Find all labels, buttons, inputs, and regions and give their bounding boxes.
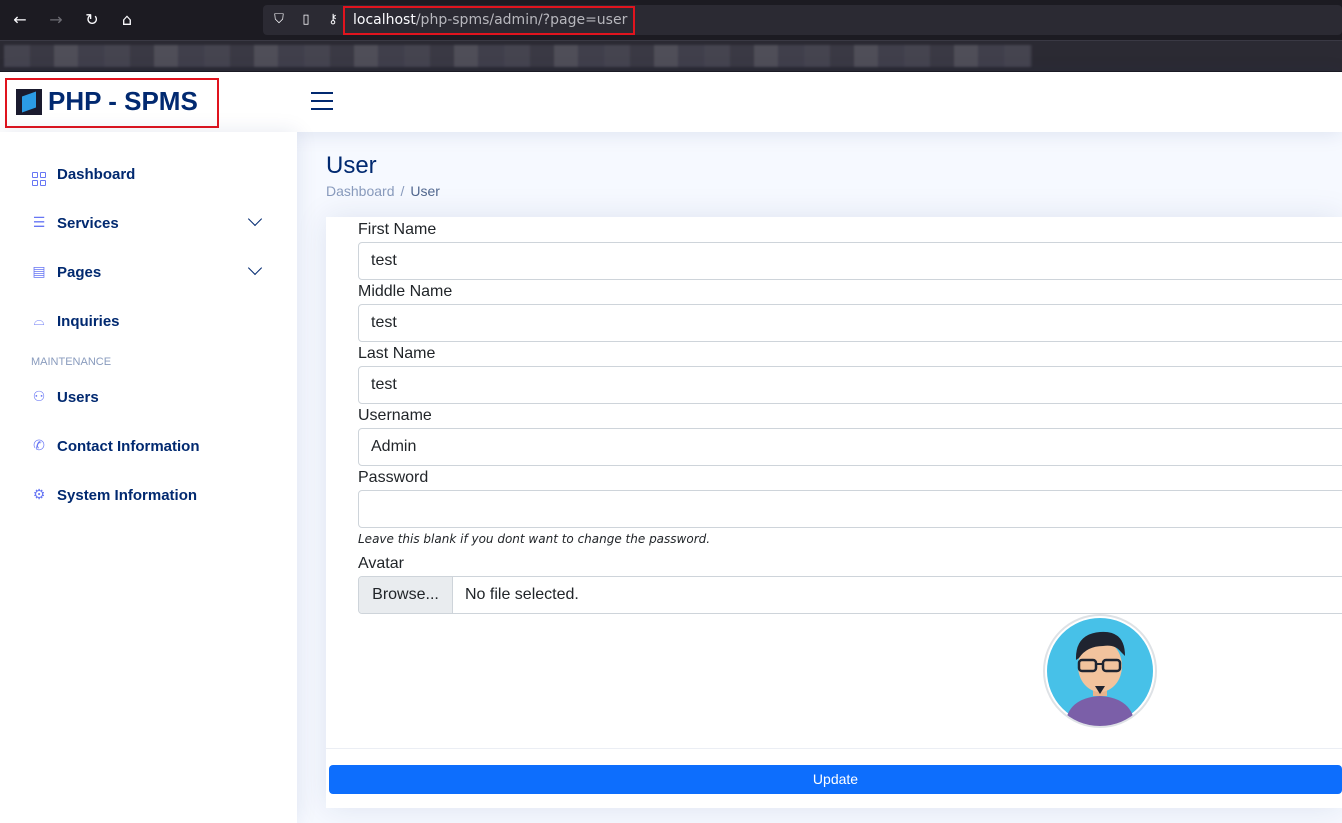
blurred-bookmarks bbox=[4, 45, 1032, 67]
app-header: PHP - SPMS bbox=[0, 72, 1342, 132]
sidebar-item-label: Contact Information bbox=[57, 437, 200, 455]
inbox-icon: ⌓ bbox=[33, 313, 45, 329]
password-help-text: Leave this blank if you dont want to cha… bbox=[358, 532, 711, 546]
middle-name-input[interactable]: test bbox=[358, 304, 1342, 342]
back-arrow-icon[interactable]: ← bbox=[8, 8, 32, 32]
browse-button[interactable]: Browse... bbox=[359, 577, 453, 613]
avatar-file-input[interactable]: Browse... No file selected. bbox=[358, 576, 1342, 614]
forward-arrow-icon[interactable]: → bbox=[44, 8, 68, 32]
chevron-down-icon bbox=[247, 211, 263, 227]
username-label: Username bbox=[358, 407, 432, 424]
chevron-down-icon bbox=[247, 260, 263, 276]
breadcrumb-separator: / bbox=[400, 183, 405, 199]
shield-icon[interactable]: ⛉ bbox=[271, 12, 287, 28]
logo-icon bbox=[16, 89, 42, 115]
breadcrumb: Dashboard / User bbox=[326, 183, 440, 199]
sidebar-item-label: Pages bbox=[57, 263, 102, 281]
url-path: /php-spms/admin/?page=user bbox=[415, 12, 628, 28]
sidebar-item-label: System Information bbox=[57, 486, 198, 504]
layout-icon: ▤ bbox=[32, 264, 46, 280]
file-status-text: No file selected. bbox=[465, 586, 579, 603]
sidebar-item-label: Users bbox=[57, 388, 99, 406]
password-label: Password bbox=[358, 469, 429, 486]
page-title: User bbox=[326, 152, 377, 179]
first-name-input[interactable]: test bbox=[358, 242, 1342, 280]
sidebar-item-services[interactable]: ☰ Services bbox=[30, 208, 270, 238]
sidebar-toggle-icon[interactable] bbox=[311, 92, 333, 112]
password-input[interactable] bbox=[358, 490, 1342, 528]
key-icon[interactable]: ⚷ bbox=[325, 12, 341, 28]
url-text[interactable]: localhost/php-spms/admin/?page=user bbox=[353, 12, 627, 28]
sidebar-item-label: Services bbox=[57, 214, 119, 232]
gear-icon: ⚙ bbox=[32, 487, 46, 503]
sidebar-item-inquiries[interactable]: ⌓ Inquiries bbox=[30, 306, 270, 336]
avatar-image bbox=[1043, 614, 1157, 728]
url-host: localhost bbox=[353, 12, 416, 28]
update-button[interactable]: Update bbox=[329, 765, 1342, 794]
breadcrumb-current: User bbox=[410, 183, 440, 199]
card-footer: Update bbox=[326, 748, 1342, 808]
sidebar-item-label: Dashboard bbox=[57, 165, 136, 183]
url-bar[interactable]: ⛉ ▯ ⚷ localhost/php-spms/admin/?page=use… bbox=[263, 5, 1342, 35]
last-name-label: Last Name bbox=[358, 345, 436, 362]
sidebar-item-contact-information[interactable]: ✆ Contact Information bbox=[30, 431, 270, 461]
sidebar-item-users[interactable]: ⚇ Users bbox=[30, 382, 270, 412]
telephone-icon: ✆ bbox=[33, 438, 45, 454]
brand-name: PHP - SPMS bbox=[48, 86, 198, 116]
avatar-label: Avatar bbox=[358, 555, 404, 572]
username-input[interactable]: Admin bbox=[358, 428, 1342, 466]
people-icon: ⚇ bbox=[32, 389, 46, 405]
browser-chrome: ← → ↻ ⌂ ⛉ ▯ ⚷ localhost/php-spms/admin/?… bbox=[0, 0, 1342, 72]
grid-icon bbox=[30, 165, 48, 186]
last-name-input[interactable]: test bbox=[358, 366, 1342, 404]
sidebar-heading-maintenance: MAINTENANCE bbox=[31, 356, 112, 368]
reload-icon[interactable]: ↻ bbox=[80, 8, 104, 32]
sidebar-item-dashboard[interactable]: Dashboard bbox=[30, 159, 270, 189]
url-highlight-box: localhost/php-spms/admin/?page=user bbox=[343, 6, 635, 35]
sidebar-item-pages[interactable]: ▤ Pages bbox=[30, 257, 270, 287]
breadcrumb-dashboard-link[interactable]: Dashboard bbox=[326, 183, 395, 199]
sidebar-item-label: Inquiries bbox=[57, 312, 120, 330]
bookmarks-bar bbox=[0, 40, 1342, 71]
logo-link[interactable]: PHP - SPMS bbox=[5, 78, 219, 128]
page-icon[interactable]: ▯ bbox=[298, 12, 314, 28]
layout-list-icon: ☰ bbox=[32, 215, 46, 231]
user-form-card: First Name test Middle Name test Last Na… bbox=[326, 217, 1342, 808]
home-icon[interactable]: ⌂ bbox=[115, 8, 139, 32]
middle-name-label: Middle Name bbox=[358, 283, 453, 300]
first-name-label: First Name bbox=[358, 221, 437, 238]
sidebar-item-system-information[interactable]: ⚙ System Information bbox=[30, 480, 270, 510]
avatar-illustration bbox=[1047, 618, 1153, 726]
sidebar: Dashboard ☰ Services ▤ Pages ⌓ Inquiries… bbox=[0, 132, 297, 823]
